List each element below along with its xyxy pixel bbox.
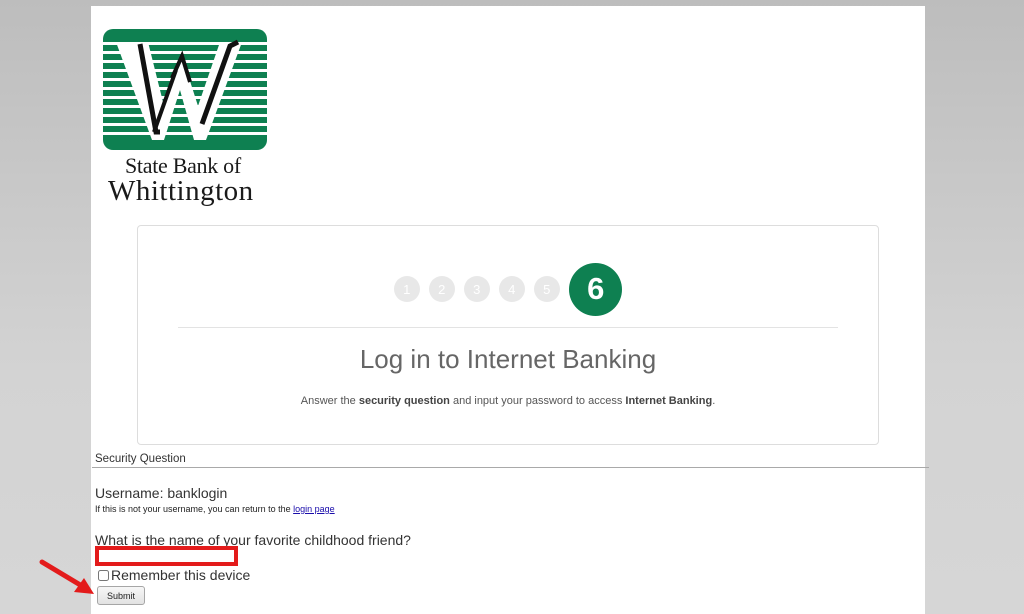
page-container: State Bank of Whittington 1 2 3 4 5 6 Lo… (91, 6, 929, 614)
security-answer-input[interactable] (97, 548, 237, 564)
desc-bold-1: security question (358, 395, 450, 407)
note-text: If this is not your username, you can re… (95, 504, 294, 514)
username-note: If this is not your username, you can re… (95, 504, 335, 514)
username-label: Username: banklogin (95, 485, 228, 501)
remember-device[interactable]: Remember this device (98, 567, 250, 583)
desc-text-2: and input your password to access (449, 395, 626, 407)
step-3: 3 (463, 276, 490, 302)
login-page-link[interactable]: login page (293, 504, 335, 514)
step-4: 4 (498, 276, 525, 302)
submit-button[interactable]: Submit (97, 586, 145, 605)
step-5: 5 (533, 276, 560, 302)
step-indicator: 1 2 3 4 5 6 (138, 262, 878, 316)
bank-logo[interactable]: State Bank of Whittington (102, 28, 268, 208)
remember-device-label: Remember this device (111, 567, 251, 583)
step-6-current: 6 (569, 262, 623, 316)
desc-text-3: . (712, 395, 716, 407)
red-arrow-icon (39, 559, 94, 594)
desc-text-1: Answer the (300, 395, 359, 407)
bank-name-line2: Whittington (108, 175, 254, 207)
section-label: Security Question (95, 453, 186, 465)
desc-bold-2: Internet Banking (625, 395, 713, 407)
page-title: Log in to Internet Banking (359, 344, 657, 374)
step-2: 2 (428, 276, 455, 302)
remember-device-checkbox[interactable] (98, 569, 109, 581)
w-logo-icon (103, 29, 267, 150)
security-question: What is the name of your favorite childh… (95, 532, 411, 548)
step-1: 1 (393, 276, 420, 302)
instructions: Answer the security question and input y… (138, 395, 878, 407)
card-divider (178, 327, 838, 328)
section-divider (92, 467, 929, 468)
login-card: 1 2 3 4 5 6 Log in to Internet Banking A… (137, 225, 879, 445)
